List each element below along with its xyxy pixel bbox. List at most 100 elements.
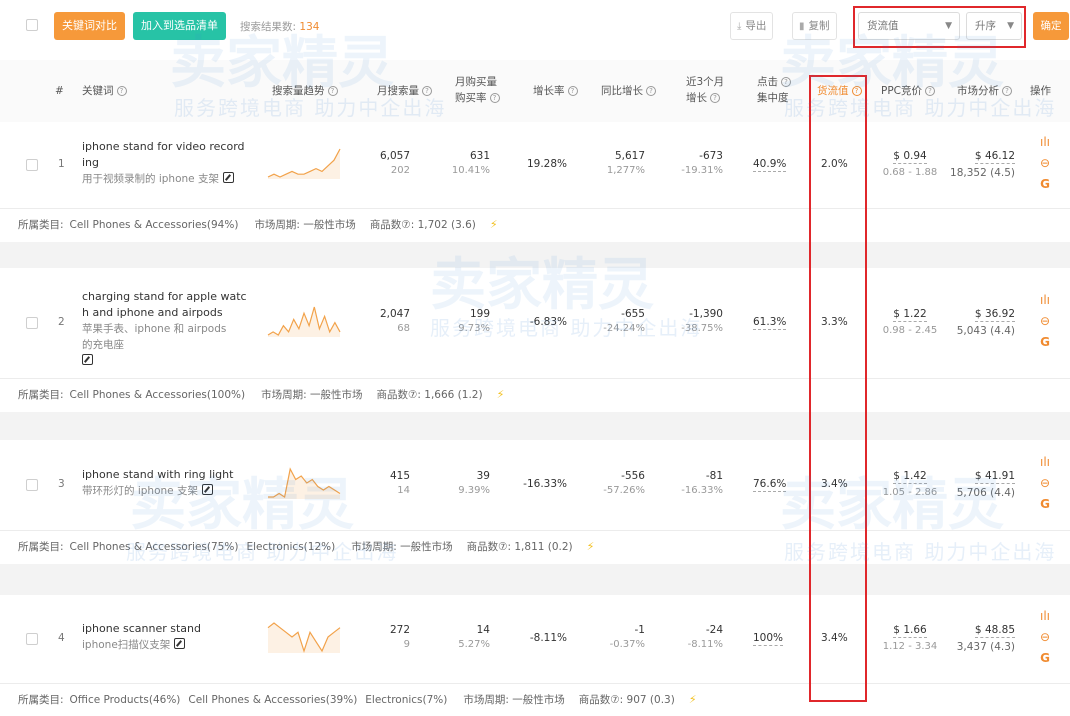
search-trend-sparkline[interactable] [266,303,342,339]
confirm-button[interactable]: 确定 [1033,12,1069,40]
product-count: 商品数⑦: 907 (0.3) [578,694,675,706]
market-value[interactable]: $ 41.91 [974,470,1015,484]
google-icon[interactable]: G [1037,335,1053,349]
keyword-en[interactable]: iphone scanner stand [82,621,201,637]
sort-highlight-box [853,6,1026,48]
bolt-icon[interactable]: ⚡ [587,540,595,553]
growth-rate: -16.33% [523,478,567,490]
yoy-growth-sub: 1,277% [606,165,645,176]
header-monthly-buy[interactable]: 月购买量 购买率? [455,74,500,106]
row-checkbox[interactable] [26,159,38,171]
more-icon[interactable]: ⊖ [1037,630,1053,644]
ppc-value[interactable]: $ 1.22 [893,308,927,322]
keyword-en[interactable]: iphone stand with ring light [82,467,233,483]
category-item[interactable]: Cell Phones & Accessories(100%) [70,389,246,401]
category-item[interactable]: Electronics(12%) [246,541,335,553]
sparkline-area [268,307,340,337]
category-bar: 所属类目: Cell Phones & Accessories(94%) 市场周期:… [0,212,1070,238]
search-trend-sparkline[interactable] [266,465,342,501]
header-recent[interactable]: 近3个月 增长? [686,74,724,106]
edit-icon[interactable] [201,484,213,495]
more-icon[interactable]: ⊖ [1037,476,1053,490]
ppc-value[interactable]: $ 1.66 [893,624,927,638]
market-sub: 18,352 (4.5) [950,167,1015,179]
select-all-checkbox[interactable] [26,19,38,31]
row-checkbox[interactable] [26,317,38,329]
search-trend-sparkline[interactable] [266,145,342,181]
help-icon: ? [327,86,338,96]
keyword-cn: iphone扫描仪支架 [82,637,201,653]
yoy-growth: -655 -24.24% [603,308,645,334]
keyword-en-cont[interactable]: ing [82,155,245,171]
growth-rate: -6.83% [529,316,567,328]
header-ppc[interactable]: PPC竞价? [881,83,935,99]
monthly-search-value: 415 [389,470,410,482]
edit-icon[interactable] [222,172,234,183]
bolt-icon[interactable]: ⚡ [689,693,697,706]
header-click[interactable]: 点击? 集中度 [757,74,791,106]
recent-growth-sub: -38.75% [681,323,723,334]
category-item[interactable]: Cell Phones & Accessories(94%) [70,219,239,231]
monthly-buy: 199 9.73% [458,308,490,334]
keyword-en-cont[interactable]: h and iphone and airpods [82,305,247,321]
search-trend-sparkline[interactable] [266,619,342,655]
market-analysis: $ 46.12 18,352 (4.5) [950,150,1015,179]
category-item[interactable]: Office Products(46%) [70,694,181,706]
download-icon: ⤓ [737,21,742,32]
export-button[interactable]: ⤓ 导出 [730,12,774,40]
monthly-buy: 631 10.41% [452,150,490,176]
market-sub: 5,043 (4.4) [956,325,1015,337]
bar-chart-icon[interactable]: ılı [1037,135,1053,149]
keyword-cn: 苹果手表、iphone 和 airpods [82,321,247,337]
google-icon[interactable]: G [1037,651,1053,665]
category-item[interactable]: Cell Phones & Accessories(75%) [70,541,239,553]
ppc-range: 1.12 - 3.34 [882,641,938,652]
monthly-search: 6,057 202 [380,150,410,176]
header-trend[interactable]: 搜索量趋势? [272,83,338,99]
yoy-growth-value: -556 [621,470,645,482]
ppc-value[interactable]: $ 0.94 [893,150,927,164]
ppc-value[interactable]: $ 1.42 [893,470,927,484]
header-growth[interactable]: 增长率? [533,83,578,99]
market-value[interactable]: $ 36.92 [974,308,1015,322]
keyword-en[interactable]: iphone stand for video record [82,139,245,155]
header-index: # [55,85,64,97]
category-label: 所属类目: [18,219,64,231]
recent-growth: -1,390 -38.75% [681,308,723,334]
row-checkbox[interactable] [26,479,38,491]
header-market[interactable]: 市场分析? [957,83,1012,99]
header-yoy[interactable]: 同比增长? [601,83,656,99]
keyword-en[interactable]: charging stand for apple watc [82,289,247,305]
compare-keywords-button[interactable]: 关键词对比 [54,12,125,40]
edit-icon[interactable] [82,354,93,365]
more-icon[interactable]: ⊖ [1037,314,1053,328]
bolt-icon[interactable]: ⚡ [490,218,498,231]
google-icon[interactable]: G [1037,177,1053,191]
row-index: 4 [58,632,65,644]
row-checkbox[interactable] [26,633,38,645]
bar-chart-icon[interactable]: ılı [1037,455,1053,469]
row-divider [0,530,1070,531]
market-cycle: 市场周期: 一般性市场 [254,219,356,231]
google-icon[interactable]: G [1037,497,1053,511]
bolt-icon[interactable]: ⚡ [497,388,505,401]
row-divider [0,378,1070,379]
market-value[interactable]: $ 48.85 [974,624,1015,638]
header-keyword[interactable]: 关键词? [82,83,127,99]
keyword-cn: 带环形灯的 iphone 支架 [82,483,233,499]
yoy-growth-value: -655 [621,308,645,320]
more-icon[interactable]: ⊖ [1037,156,1053,170]
row-index: 3 [58,478,65,490]
bar-chart-icon[interactable]: ılı [1037,609,1053,623]
market-value[interactable]: $ 46.12 [974,150,1015,164]
edit-icon[interactable] [174,638,186,649]
copy-button[interactable]: ▮ 复制 [792,12,837,40]
category-item[interactable]: Electronics(7%) [365,694,447,706]
yoy-growth-value: -1 [634,624,645,636]
bar-chart-icon[interactable]: ılı [1037,293,1053,307]
header-monthly-search[interactable]: 月搜索量? [377,83,432,99]
add-to-list-button[interactable]: 加入到选品清单 [133,12,226,40]
ppc-range: 1.05 - 2.86 [882,487,938,498]
category-item[interactable]: Cell Phones & Accessories(39%) [188,694,357,706]
monthly-search: 2,047 68 [380,308,410,334]
